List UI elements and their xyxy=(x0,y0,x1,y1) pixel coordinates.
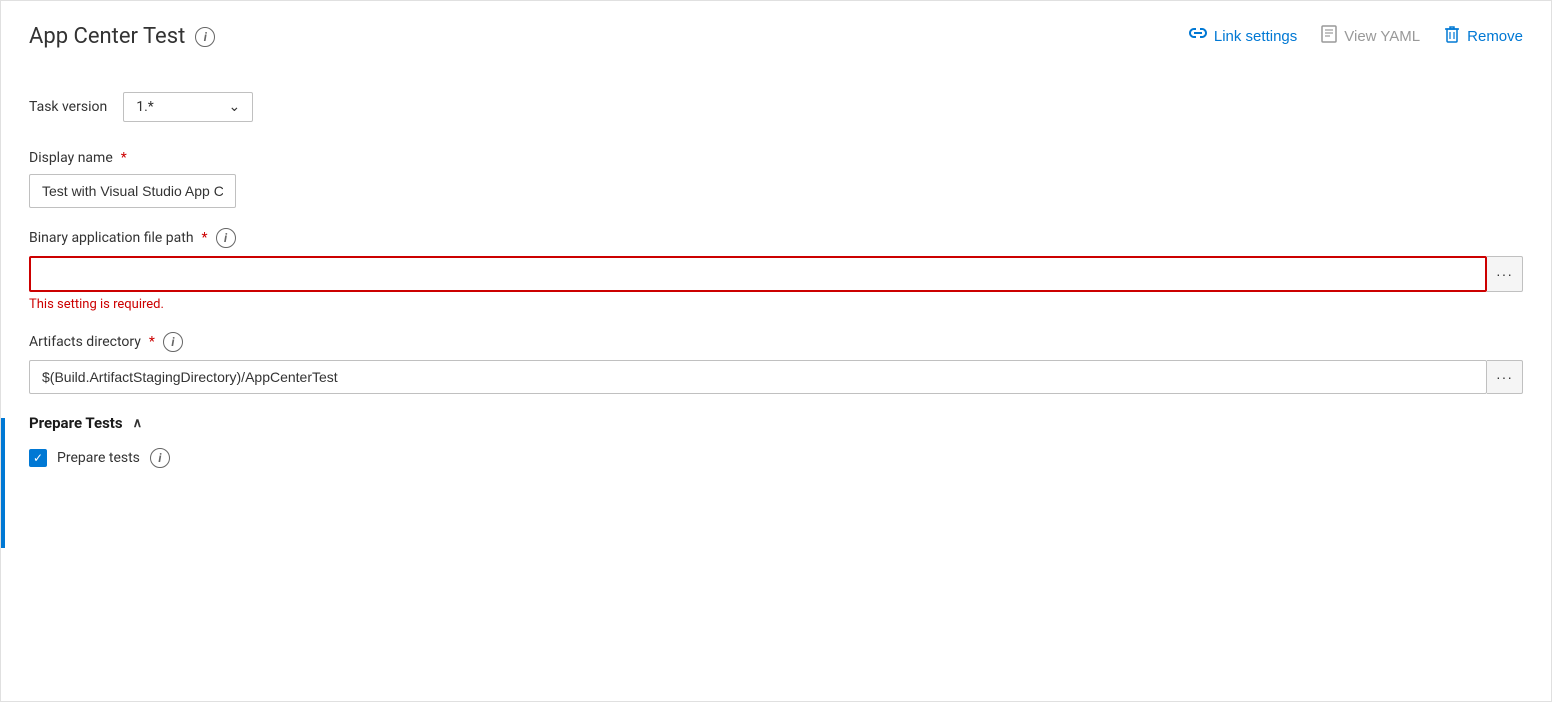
prepare-tests-info-icon[interactable]: i xyxy=(150,448,170,468)
task-version-row: Task version 1.* ⌄ xyxy=(29,92,1523,122)
binary-file-path-info-icon[interactable]: i xyxy=(216,228,236,248)
binary-file-path-required: * xyxy=(202,230,208,246)
trash-icon xyxy=(1444,25,1460,48)
display-name-label-row: Display name * xyxy=(29,150,1523,166)
prepare-tests-checkbox[interactable]: ✓ xyxy=(29,449,47,467)
title-info-icon[interactable]: i xyxy=(195,27,215,47)
artifacts-directory-required: * xyxy=(149,334,155,350)
prepare-tests-header[interactable]: Prepare Tests ∧ xyxy=(29,414,1523,432)
task-version-value: 1.* xyxy=(136,99,154,115)
artifacts-ellipsis-icon: ··· xyxy=(1496,369,1513,385)
binary-file-path-input-row: ··· xyxy=(29,256,1523,292)
display-name-input[interactable] xyxy=(29,174,236,208)
artifacts-directory-label-row: Artifacts directory * i xyxy=(29,332,1523,352)
binary-file-path-label: Binary application file path xyxy=(29,230,194,246)
display-name-required: * xyxy=(121,150,127,166)
panel-title: App Center Test xyxy=(29,24,185,49)
display-name-section: Display name * xyxy=(29,150,1523,208)
title-area: App Center Test i xyxy=(29,24,215,49)
panel-body: Task version 1.* ⌄ Display name * Binary… xyxy=(1,68,1551,516)
panel-header: App Center Test i Link settings xyxy=(1,1,1551,68)
binary-file-path-browse-button[interactable]: ··· xyxy=(1487,256,1523,292)
display-name-label: Display name xyxy=(29,150,113,166)
prepare-tests-checkbox-label: Prepare tests xyxy=(57,450,140,466)
binary-file-path-error: This setting is required. xyxy=(29,297,1523,312)
header-actions: Link settings View YAML xyxy=(1189,21,1523,52)
artifacts-directory-input[interactable] xyxy=(29,360,1487,394)
app-center-test-panel: App Center Test i Link settings xyxy=(0,0,1552,702)
view-yaml-button[interactable]: View YAML xyxy=(1321,21,1420,52)
artifacts-directory-info-icon[interactable]: i xyxy=(163,332,183,352)
chevron-down-icon: ⌄ xyxy=(228,99,240,115)
artifacts-directory-section: Artifacts directory * i ··· xyxy=(29,332,1523,394)
binary-file-path-section: Binary application file path * i ··· Thi… xyxy=(29,228,1523,312)
artifacts-directory-input-row: ··· xyxy=(29,360,1523,394)
link-settings-button[interactable]: Link settings xyxy=(1189,23,1297,50)
task-version-select[interactable]: 1.* ⌄ xyxy=(123,92,253,122)
prepare-tests-section: Prepare Tests ∧ ✓ Prepare tests i xyxy=(29,414,1523,468)
ellipsis-icon: ··· xyxy=(1496,266,1513,282)
remove-label: Remove xyxy=(1467,28,1523,45)
remove-button[interactable]: Remove xyxy=(1444,21,1523,52)
link-icon xyxy=(1189,27,1207,46)
checkmark-icon: ✓ xyxy=(33,452,43,464)
binary-file-path-input[interactable] xyxy=(29,256,1487,292)
view-yaml-label: View YAML xyxy=(1344,28,1420,45)
task-version-label: Task version xyxy=(29,99,107,115)
binary-file-path-label-row: Binary application file path * i xyxy=(29,228,1523,248)
prepare-tests-checkbox-row: ✓ Prepare tests i xyxy=(29,448,1523,468)
collapse-icon: ∧ xyxy=(133,416,143,431)
prepare-tests-label: Prepare Tests xyxy=(29,414,123,432)
link-settings-label: Link settings xyxy=(1214,28,1297,45)
artifacts-directory-label: Artifacts directory xyxy=(29,334,141,350)
yaml-icon xyxy=(1321,25,1337,48)
artifacts-directory-browse-button[interactable]: ··· xyxy=(1487,360,1523,394)
